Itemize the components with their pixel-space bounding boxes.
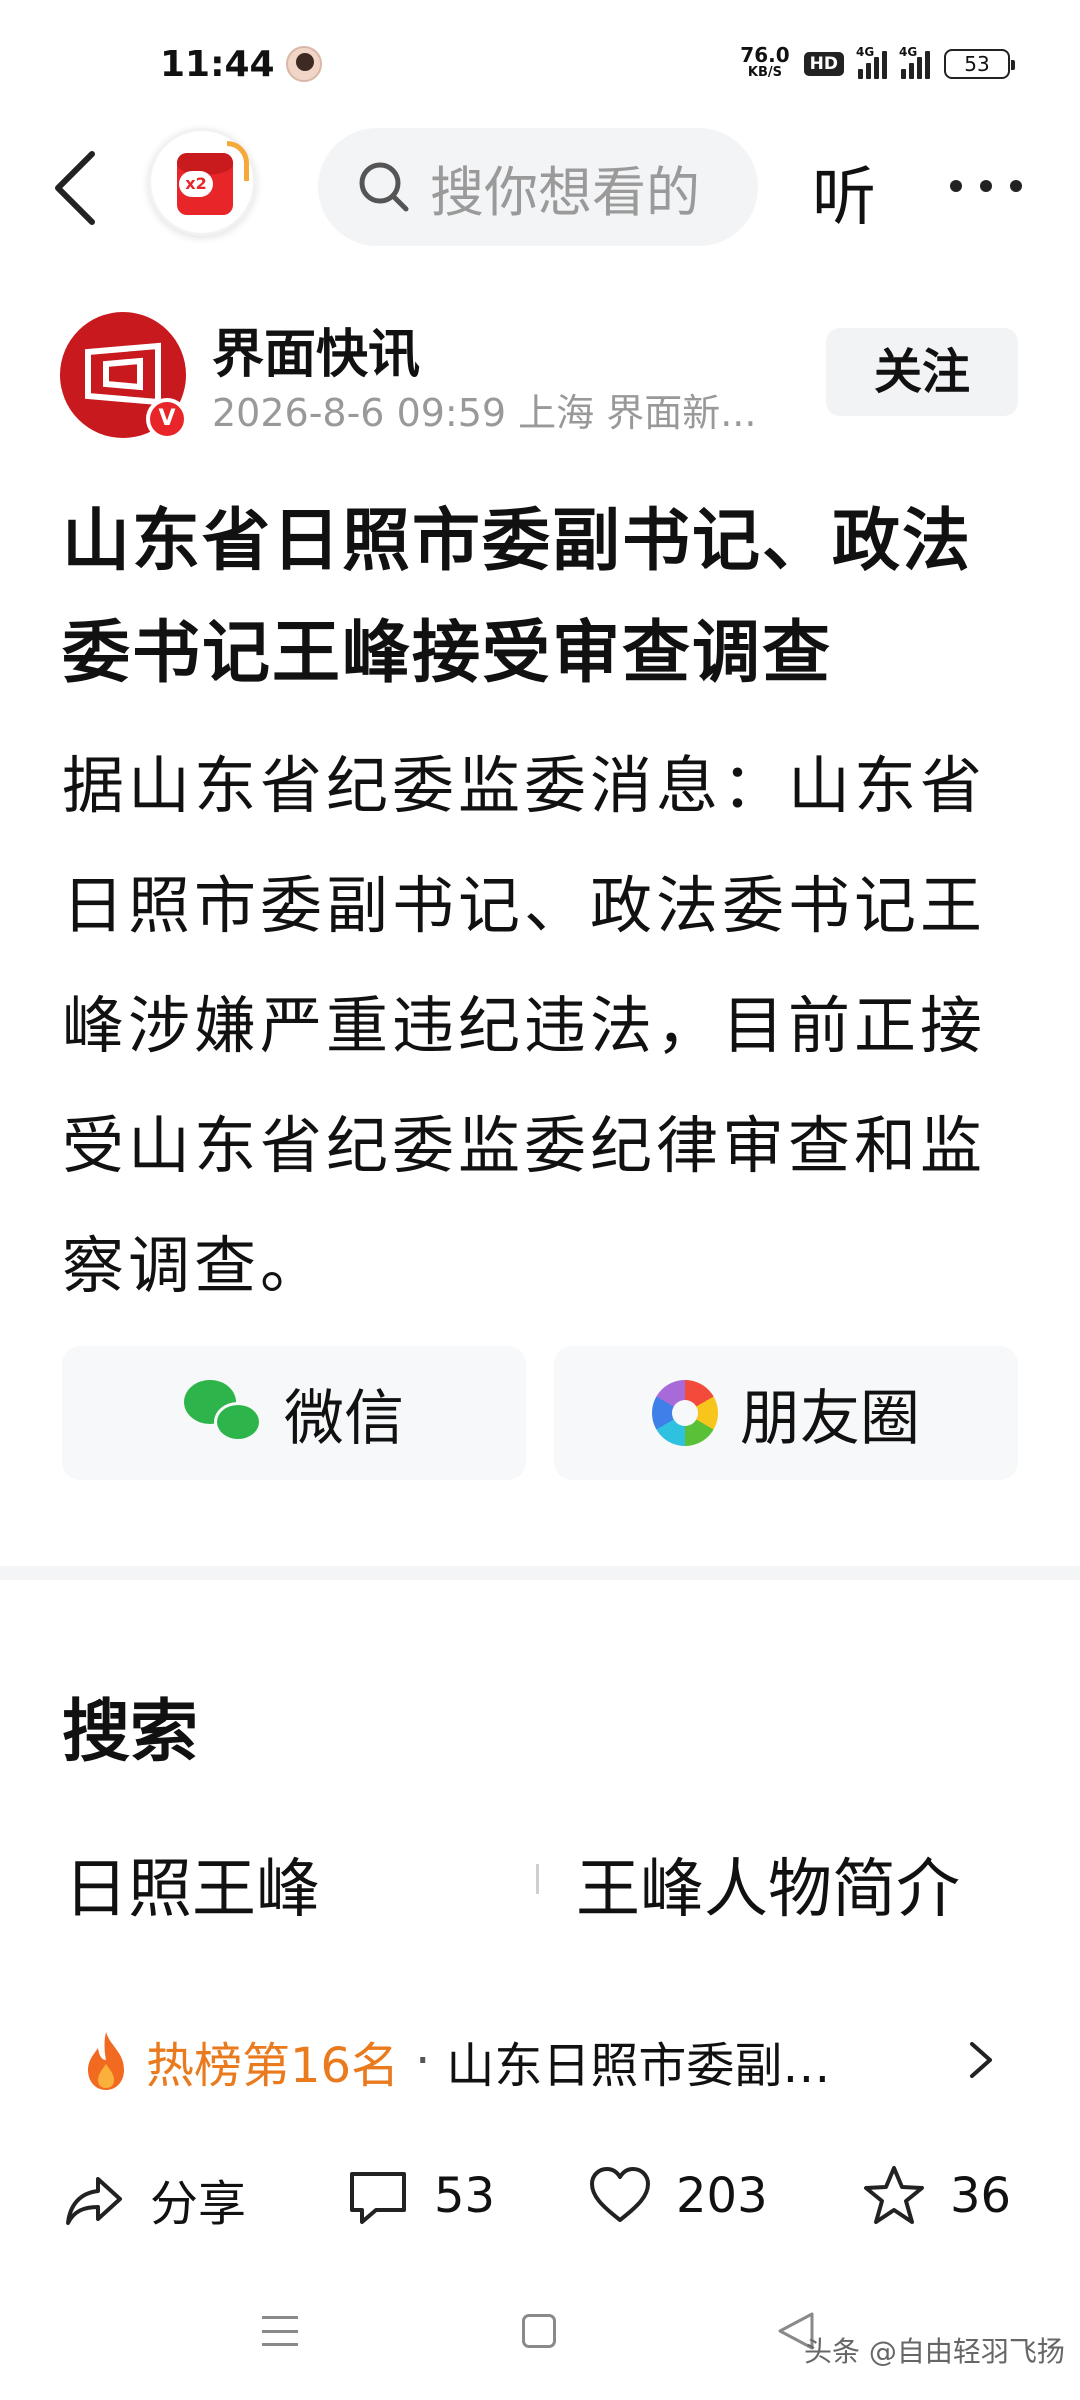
- article-title: 山东省日照市委副书记、政法委书记王峰接受审查调查: [62, 502, 973, 693]
- moments-icon: [652, 1380, 718, 1446]
- battery-icon: 53: [944, 49, 1015, 79]
- signal-icon-2: 4G: [899, 45, 930, 79]
- like-count: 203: [676, 2168, 768, 2224]
- status-avatar-icon: [286, 46, 322, 82]
- favorite-button[interactable]: 36: [862, 2164, 1011, 2228]
- comment-button[interactable]: 53: [346, 2164, 495, 2228]
- author-avatar[interactable]: V: [60, 312, 188, 440]
- nav-menu-icon[interactable]: [262, 2316, 298, 2346]
- share-arrow-icon: [66, 2177, 122, 2225]
- comment-icon: [350, 2172, 406, 2224]
- share-action-label: 分享: [150, 2176, 247, 2232]
- more-icon[interactable]: [950, 180, 1022, 194]
- section-divider: [0, 1566, 1080, 1580]
- signal-icon: 4G: [856, 45, 887, 79]
- back-arrow-icon[interactable]: [50, 148, 100, 228]
- verified-badge: V: [146, 398, 188, 440]
- multiplier-badge: x2: [179, 171, 213, 197]
- network-speed: 76.0 KB/S: [740, 43, 790, 80]
- share-wechat-label: 微信: [284, 1383, 404, 1454]
- wechat-icon: [184, 1380, 262, 1446]
- article-body: 据山东省纪委监委消息：山东省日照市委副书记、政法委书记王峰涉嫌严重违纪违法，目前…: [62, 749, 987, 1302]
- heart-icon: [590, 2167, 650, 2222]
- flame-icon: [88, 2032, 124, 2090]
- hot-rank-label: 热榜第16名: [146, 2038, 400, 2094]
- progress-ring: [227, 141, 249, 181]
- red-packet-button[interactable]: x2: [148, 128, 256, 236]
- chevron-right-icon[interactable]: [966, 2040, 996, 2080]
- follow-button[interactable]: 关注: [826, 328, 1018, 416]
- suggestion-divider: [536, 1864, 539, 1894]
- share-action-button[interactable]: 分享: [62, 2164, 246, 2234]
- comment-count: 53: [434, 2168, 496, 2224]
- search-suggestion[interactable]: 王峰人物简介: [576, 1838, 960, 1930]
- share-wechat-button[interactable]: 微信: [62, 1346, 526, 1480]
- share-moments-button[interactable]: 朋友圈: [554, 1346, 1018, 1480]
- listen-button[interactable]: 听: [812, 146, 876, 238]
- hd-badge: HD: [803, 52, 844, 76]
- search-icon: [359, 162, 409, 212]
- search-section-heading: 搜索: [62, 1693, 199, 1772]
- search-suggestion[interactable]: 日照王峰: [64, 1838, 320, 1930]
- status-time: 11:44: [160, 44, 275, 85]
- like-button[interactable]: 203: [588, 2164, 768, 2228]
- status-indicators: 76.0 KB/S HD 4G 4G 53: [740, 43, 1015, 82]
- star-icon: [864, 2166, 924, 2224]
- author-meta: 2026-8-6 09:59 上海 界面新...: [212, 391, 757, 435]
- watermark: 头条 @自由轻羽飞扬: [804, 2335, 1065, 2368]
- hot-topic-text: 山东日照市委副…: [446, 2038, 831, 2094]
- author-name[interactable]: 界面快讯: [212, 312, 420, 387]
- search-placeholder: 搜你想看的: [430, 160, 700, 224]
- nav-home-icon[interactable]: [522, 2314, 556, 2348]
- search-input[interactable]: 搜你想看的: [318, 128, 758, 246]
- share-moments-label: 朋友圈: [740, 1383, 920, 1454]
- hot-separator: ·: [415, 2033, 431, 2089]
- favorite-count: 36: [950, 2168, 1012, 2224]
- hot-ranking-row[interactable]: 热榜第16名 · 山东日照市委副…: [80, 2026, 830, 2096]
